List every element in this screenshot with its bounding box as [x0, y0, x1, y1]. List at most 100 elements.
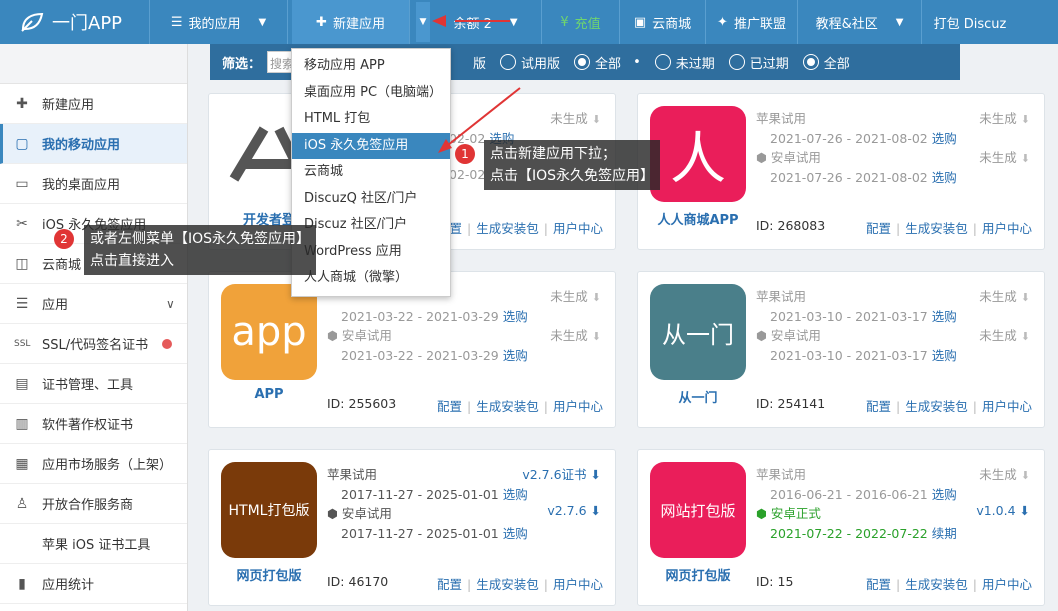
pick-link[interactable]: 选购	[932, 309, 957, 324]
callout-2: 或者左侧菜单【IOS永久免签应用】 点击直接进入	[84, 225, 317, 275]
radio-all-expiry[interactable]: 全部	[802, 53, 850, 72]
sidebar-item-cert-tools[interactable]: ▤ 证书管理、工具	[0, 364, 187, 404]
download-icon: ⬇	[591, 330, 601, 343]
pick-link[interactable]: 选购	[503, 309, 528, 324]
menu-item-mobile-app[interactable]: 移动应用 APP	[292, 53, 450, 80]
ssl-icon: SSL	[14, 338, 31, 349]
plus-icon: ✚	[16, 95, 28, 112]
gen-pkg-link[interactable]: 生成安装包	[905, 577, 968, 592]
app-card: HTML打包版 网页打包版 苹果试用 v2.7.6证书 ⬇ 2017-11-27…	[208, 449, 616, 606]
app-thumbnail: app	[221, 284, 317, 380]
sidebar-item-my-mobile-apps[interactable]: ▢ 我的移动应用	[0, 124, 187, 164]
config-link[interactable]: 配置	[866, 221, 891, 236]
copyright-icon: ▥	[15, 415, 29, 432]
leaf-icon	[21, 12, 44, 32]
sidebar-item-new-app[interactable]: ✚ 新建应用	[0, 84, 187, 124]
gen-pkg-link[interactable]: 生成安装包	[905, 399, 968, 414]
user-center-link[interactable]: 用户中心	[553, 399, 603, 414]
nav-my-apps[interactable]: ☰ 我的应用 ▼	[150, 0, 288, 44]
menu-item-cloud-mall[interactable]: 云商城	[292, 159, 450, 186]
gen-pkg-link[interactable]: 生成安装包	[476, 577, 539, 592]
android-date: 2021-03-10 - 2021-03-17 选购	[770, 348, 957, 363]
sidebar-header	[0, 44, 187, 84]
sidebar-item-stats[interactable]: ▮ 应用统计	[0, 564, 187, 604]
nav-tutorial[interactable]: 教程&社区 ▼	[798, 0, 922, 44]
callout-badge-1: 1	[455, 144, 475, 164]
nav-cloud-mall[interactable]: ▣ 云商城	[620, 0, 706, 44]
ios-date: 2021-03-10 - 2021-03-17 选购	[770, 309, 957, 324]
new-app-dropdown-toggle[interactable]: ▼	[416, 2, 430, 42]
android-date: 2021-07-26 - 2021-08-02 选购	[770, 170, 957, 185]
app-name: 网页打包版	[236, 569, 302, 584]
chart-icon: ▮	[18, 575, 26, 592]
user-center-link[interactable]: 用户中心	[553, 221, 603, 236]
download-icon: ⬇	[1020, 291, 1030, 304]
config-link[interactable]: 配置	[866, 577, 891, 592]
sidebar-item-app-store[interactable]: ▦ 应用市场服务（上架）	[0, 444, 187, 484]
menu-item-discuzq[interactable]: DiscuzQ 社区/门户	[292, 186, 450, 213]
renew-link[interactable]: 续期	[932, 526, 957, 541]
sidebar-item-partners[interactable]: ♙ 开放合作服务商	[0, 484, 187, 524]
app-thumbnail: 从一门	[650, 284, 746, 380]
pick-link[interactable]: 选购	[932, 487, 957, 502]
pick-link[interactable]: 选购	[503, 526, 528, 541]
partner-icon: ♙	[15, 495, 29, 512]
android-status: 未生成 ⬇	[550, 328, 601, 343]
sidebar-item-my-desktop-apps[interactable]: ▭ 我的桌面应用	[0, 164, 187, 204]
sidebar-item-apple-cert[interactable]: 苹果 iOS 证书工具	[0, 524, 187, 564]
callout-1: 点击新建应用下拉； 点击【IOS永久免签应用】	[484, 140, 661, 190]
user-center-link[interactable]: 用户中心	[553, 577, 603, 592]
radio-unexpired[interactable]: 未过期	[654, 53, 715, 72]
nav-balance[interactable]: 余额 2 ▼	[430, 0, 542, 44]
ios-date: 2021-07-26 - 2021-08-02 选购	[770, 131, 957, 146]
share-icon: ✦	[717, 14, 728, 30]
ios-version[interactable]: v2.7.6证书 ⬇	[522, 464, 601, 483]
pick-link[interactable]: 选购	[503, 487, 528, 502]
caret-down-icon: ▼	[509, 16, 518, 28]
card-footer: ID: 268083 配置 | 生成安装包 | 用户中心	[756, 218, 1032, 236]
sidebar-item-apps[interactable]: ☰ 应用 ∨	[0, 284, 187, 324]
radio-expired[interactable]: 已过期	[728, 53, 789, 72]
radio-trial[interactable]: 试用版	[500, 53, 560, 72]
config-link[interactable]: 配置	[437, 577, 462, 592]
plus-icon: ✚	[316, 14, 327, 30]
gen-pkg-link[interactable]: 生成安装包	[476, 399, 539, 414]
gen-pkg-link[interactable]: 生成安装包	[476, 221, 539, 236]
pick-link[interactable]: 选购	[932, 131, 957, 146]
nav-pack-discuz[interactable]: 打包 Discuz	[922, 0, 1018, 44]
sidebar-item-copyright[interactable]: ▥ 软件著作权证书	[0, 404, 187, 444]
radio-all-version[interactable]: 全部	[574, 53, 621, 72]
sidebar-item-ssl[interactable]: SSL SSL/代码签名证书	[0, 324, 187, 364]
logo[interactable]: 一门APP	[0, 0, 150, 44]
pick-link[interactable]: 选购	[932, 348, 957, 363]
top-navbar: 一门APP ☰ 我的应用 ▼ ✚ 新建应用 ▼ 余额 2 ▼ ¥ 充值 ▣ 云商城 ✦ 推广联…	[0, 0, 1058, 44]
menu-item-desktop-app[interactable]: 桌面应用 PC（电脑端）	[292, 80, 450, 107]
download-icon: ⬇	[1019, 503, 1030, 518]
yen-icon: ¥	[560, 14, 569, 30]
app-card: 人 人人商城APP 苹果试用 未生成 ⬇ 2021-07-26 - 2021-0…	[637, 93, 1045, 250]
user-center-link[interactable]: 用户中心	[982, 221, 1032, 236]
app-name: APP	[254, 387, 284, 402]
android-version[interactable]: v2.7.6 ⬇	[547, 503, 601, 518]
android-version[interactable]: v1.0.4 ⬇	[976, 503, 1030, 518]
nav-new-app[interactable]: ✚ 新建应用	[292, 0, 410, 44]
menu-item-ios-free-sign[interactable]: iOS 永久免签应用	[292, 132, 450, 159]
user-center-link[interactable]: 用户中心	[982, 577, 1032, 592]
pick-link[interactable]: 选购	[932, 170, 957, 185]
menu-item-html-pack[interactable]: HTML 打包	[292, 106, 450, 133]
nav-affiliate[interactable]: ✦ 推广联盟	[706, 0, 798, 44]
user-center-link[interactable]: 用户中心	[982, 399, 1032, 414]
download-icon: ⬇	[1020, 330, 1030, 343]
radio-circle	[574, 54, 591, 70]
ios-label: 苹果试用	[756, 289, 807, 304]
pick-link[interactable]: 选购	[503, 348, 528, 363]
gen-pkg-link[interactable]: 生成安装包	[905, 221, 968, 236]
nav-recharge[interactable]: ¥ 充值	[542, 0, 620, 44]
android-label: ⬢ 安卓正式	[756, 503, 821, 522]
config-link[interactable]: 配置	[437, 399, 462, 414]
ios-status: 未生成 ⬇	[550, 289, 601, 304]
logo-text: 一门APP	[52, 13, 123, 34]
card-footer: ID: 254141 配置 | 生成安装包 | 用户中心	[756, 396, 1032, 414]
config-link[interactable]: 配置	[866, 399, 891, 414]
store-icon: ▦	[15, 455, 29, 472]
